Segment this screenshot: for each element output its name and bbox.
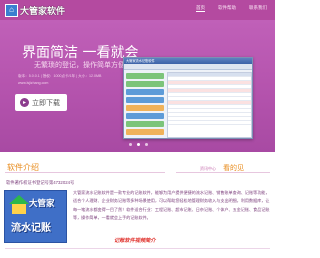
app-button [126,97,164,103]
intro-title: 软件介绍 [7,163,39,172]
download-button[interactable]: ▸ 立即下载 [15,94,67,111]
product-subtitle: 流水记账 [11,223,51,234]
app-button [126,105,164,111]
carousel-dot[interactable] [129,143,132,146]
app-toolbar [124,64,252,70]
app-screenshot: 大管家流水记账软件 [123,57,253,139]
download-icon: ▸ [20,98,29,107]
main-nav: 首页 软件帮助 联系我们 [196,5,267,12]
page: ⌂ 大管家软件 首页 软件帮助 联系我们 界面简洁 一看就会 无繁琐的登记，操作… [0,0,275,258]
product-image: 大管家 流水记账 [4,190,67,243]
hero-subtitle: 无繁琐的登记，操作简单方便 [34,61,125,69]
app-button [126,89,164,95]
app-data-table [167,72,252,138]
nav-item-home[interactable]: 首页 [196,5,205,12]
nav-item-contact[interactable]: 联系我们 [249,5,267,12]
hero-meta: 版本：5.0.0.1 | 授权：1000点卡/1年 | 大小：12.0MB [18,74,102,78]
house-icon: ⌂ [5,3,18,17]
product-description: 大管家流水记账软件是一款专业的记账软件，能够为用户提供便捷的流水记账、销售账单查… [73,190,270,221]
nav-item-help[interactable]: 软件帮助 [218,5,236,12]
app-button [126,113,164,119]
news-small-label: 资讯中心 [200,166,216,171]
app-button [126,129,164,135]
table-row [168,121,251,125]
logo-text: 大管家软件 [20,6,66,17]
hero-title: 界面简洁 一看就会 [22,45,139,61]
app-button [126,73,164,79]
news-title[interactable]: 看的见 [223,163,244,173]
carousel-indicators [129,143,148,146]
carousel-dot-active[interactable] [137,143,140,146]
top-navigation-bar: ⌂ 大管家软件 首页 软件帮助 联系我们 [0,0,275,20]
news-section-header: 资讯中心 看的见 [176,162,270,173]
site-logo[interactable]: ⌂ 大管家软件 [5,3,65,17]
app-button [126,121,164,127]
house-icon [12,204,26,214]
registration-number: 软件著作权证书登记号第4732024号 [6,180,75,185]
app-button [126,81,164,87]
hero-url: www.lsjizhang.com [18,81,49,85]
app-function-buttons [126,73,164,137]
product-name: 大管家 [29,199,55,209]
carousel-dot[interactable] [145,143,148,146]
hero-banner: 界面简洁 一看就会 无繁琐的登记，操作简单方便 版本：5.0.0.1 | 授权：… [0,20,275,152]
download-button-label: 立即下载 [32,98,60,107]
roof-icon [9,195,29,204]
intro-section-header: 软件介绍 [5,162,165,173]
video-intro-link[interactable]: 记账软件视频简介 [114,237,156,244]
divider [5,248,270,249]
